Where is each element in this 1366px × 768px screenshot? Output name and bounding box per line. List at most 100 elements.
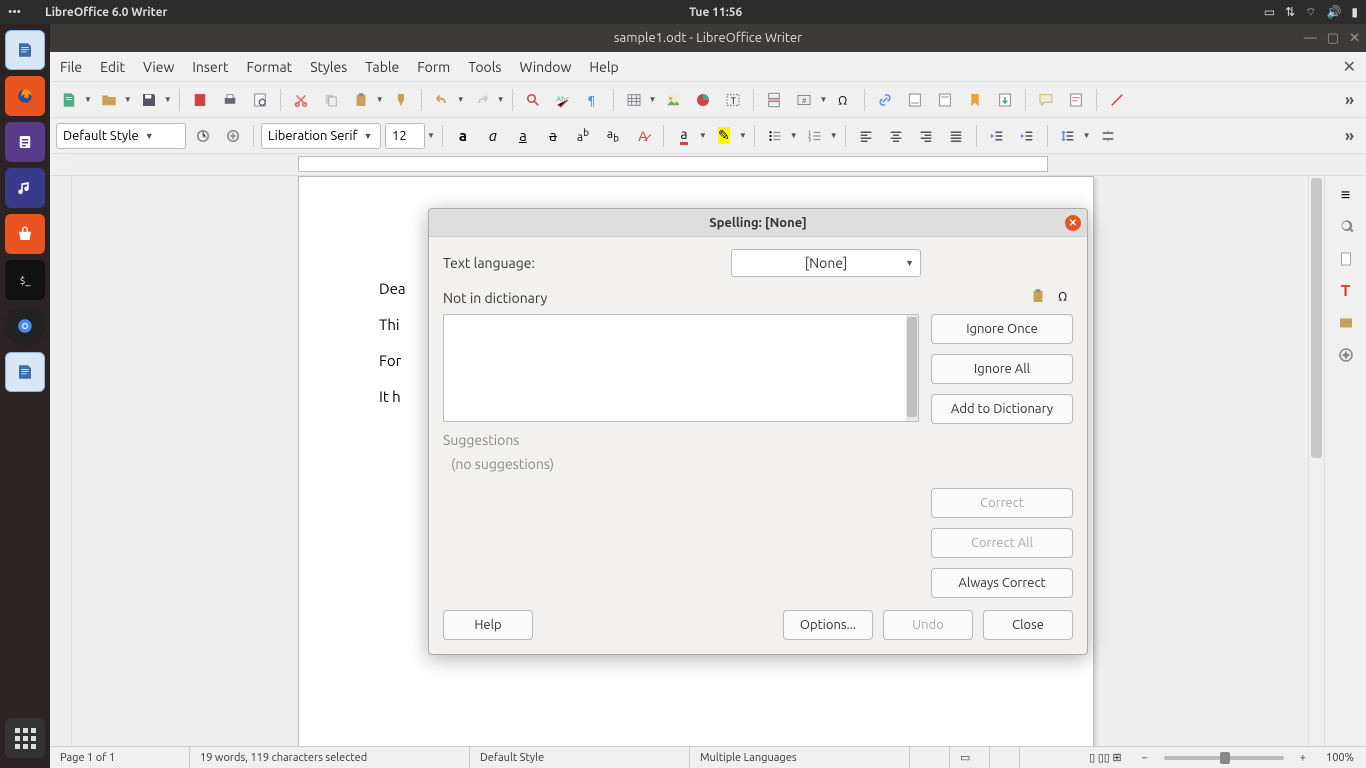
sidebar-settings-icon[interactable]: ≡ xyxy=(1333,182,1359,208)
status-wordcount[interactable]: 19 words, 119 characters selected xyxy=(190,747,470,768)
menu-help[interactable]: Help xyxy=(589,59,618,75)
zoom-in-button[interactable]: + xyxy=(1290,747,1316,768)
bullet-dropdown-icon[interactable]: ▼ xyxy=(790,131,798,140)
decrease-indent-button[interactable] xyxy=(984,123,1010,149)
textarea-scrollbar[interactable] xyxy=(906,315,918,421)
footnote-button[interactable] xyxy=(902,87,928,113)
cut-button[interactable] xyxy=(288,87,314,113)
vertical-scrollbar[interactable] xyxy=(1308,176,1324,746)
correct-all-button[interactable]: Correct All xyxy=(931,528,1073,558)
always-correct-button[interactable]: Always Correct xyxy=(931,568,1073,598)
open-button[interactable] xyxy=(96,87,122,113)
find-button[interactable] xyxy=(520,87,546,113)
track-changes-button[interactable] xyxy=(1063,87,1089,113)
launcher-firefox[interactable] xyxy=(5,76,45,116)
not-in-dictionary-textbox[interactable] xyxy=(443,314,919,422)
status-style[interactable]: Default Style xyxy=(470,747,690,768)
superscript-button[interactable]: ab xyxy=(570,123,596,149)
clear-formatting-button[interactable]: A̷ xyxy=(630,123,656,149)
number-dropdown-icon[interactable]: ▼ xyxy=(830,131,838,140)
menu-insert[interactable]: Insert xyxy=(192,59,228,75)
ignore-all-button[interactable]: Ignore All xyxy=(931,354,1073,384)
suggestions-listbox[interactable]: (no suggestions) xyxy=(443,450,919,568)
open-dropdown-icon[interactable]: ▼ xyxy=(124,95,132,104)
font-color-dropdown-icon[interactable]: ▼ xyxy=(699,131,707,140)
special-char-icon[interactable]: Ω xyxy=(1055,287,1073,308)
help-button[interactable]: Help xyxy=(443,610,533,640)
close-button[interactable]: Close xyxy=(983,610,1073,640)
menu-table[interactable]: Table xyxy=(365,59,399,75)
launcher-lowriter[interactable] xyxy=(5,352,45,392)
toolbar-overflow-icon[interactable]: » xyxy=(1339,91,1360,109)
underline-button[interactable]: a xyxy=(510,123,536,149)
launcher-apps[interactable] xyxy=(5,718,45,758)
paste-dropdown-icon[interactable]: ▼ xyxy=(376,95,384,104)
copy-button[interactable] xyxy=(318,87,344,113)
bold-button[interactable]: a xyxy=(450,123,476,149)
clock[interactable]: Tue 11:56 xyxy=(167,6,1263,19)
status-selection-mode[interactable]: ▭ xyxy=(950,747,990,768)
align-justify-button[interactable] xyxy=(943,123,969,149)
toolbar2-overflow-icon[interactable]: » xyxy=(1339,127,1360,145)
print-button[interactable] xyxy=(217,87,243,113)
horizontal-ruler[interactable] xyxy=(50,154,1366,176)
save-button[interactable] xyxy=(136,87,162,113)
line-button[interactable] xyxy=(1104,87,1130,113)
activities-icon[interactable]: ••• xyxy=(8,6,21,19)
page-break-button[interactable] xyxy=(761,87,787,113)
endnote-button[interactable] xyxy=(932,87,958,113)
status-page[interactable]: Page 1 of 1 xyxy=(50,747,190,768)
launcher-software[interactable] xyxy=(5,214,45,254)
print-preview-button[interactable] xyxy=(247,87,273,113)
menu-view[interactable]: View xyxy=(143,59,174,75)
redo-dropdown-icon[interactable]: ▼ xyxy=(497,95,505,104)
font-color-button[interactable]: a xyxy=(671,123,697,149)
spacing-dropdown-icon[interactable]: ▼ xyxy=(1083,131,1091,140)
insert-textbox-button[interactable]: T xyxy=(720,87,746,113)
sidebar-properties-icon[interactable] xyxy=(1333,214,1359,240)
bookmark-button[interactable] xyxy=(962,87,988,113)
sidebar-gallery-icon[interactable] xyxy=(1333,310,1359,336)
sidebar-styles-icon[interactable]: T xyxy=(1333,278,1359,304)
font-name-combo[interactable]: Liberation Serif▼ xyxy=(261,123,381,149)
status-view-buttons[interactable]: ▯ ▯▯ ⊞ xyxy=(1079,747,1131,768)
sidebar-page-icon[interactable] xyxy=(1333,246,1359,272)
zoom-value[interactable]: 100% xyxy=(1316,747,1366,768)
table-dropdown-icon[interactable]: ▼ xyxy=(649,95,657,104)
menu-edit[interactable]: Edit xyxy=(100,59,125,75)
cross-ref-button[interactable] xyxy=(992,87,1018,113)
launcher-music[interactable] xyxy=(5,168,45,208)
align-left-button[interactable] xyxy=(853,123,879,149)
insert-table-button[interactable] xyxy=(621,87,647,113)
para-spacing-button[interactable] xyxy=(1095,123,1121,149)
increase-indent-button[interactable] xyxy=(1014,123,1040,149)
menu-file[interactable]: File xyxy=(60,59,82,75)
add-to-dictionary-button[interactable]: Add to Dictionary xyxy=(931,394,1073,424)
paragraph-style-combo[interactable]: Default Style▼ xyxy=(56,123,186,149)
hyperlink-button[interactable] xyxy=(872,87,898,113)
status-signature[interactable] xyxy=(990,747,1020,768)
vertical-ruler[interactable] xyxy=(50,176,72,746)
update-style-button[interactable] xyxy=(190,123,216,149)
clone-formatting-button[interactable] xyxy=(388,87,414,113)
highlight-button[interactable]: ✎ xyxy=(711,123,737,149)
align-right-button[interactable] xyxy=(913,123,939,149)
menu-window[interactable]: Window xyxy=(519,59,571,75)
launcher-terminal[interactable]: $_ xyxy=(5,260,45,300)
menu-tools[interactable]: Tools xyxy=(468,59,501,75)
numbered-list-button[interactable]: 123 xyxy=(802,123,828,149)
menu-format[interactable]: Format xyxy=(247,59,293,75)
battery-icon[interactable]: ▮ xyxy=(1351,5,1358,19)
italic-button[interactable]: a xyxy=(480,123,506,149)
minimize-icon[interactable]: — xyxy=(1304,31,1317,46)
zoom-slider[interactable] xyxy=(1164,756,1284,760)
text-language-select[interactable]: [None] ▼ xyxy=(731,249,921,277)
zoom-out-button[interactable]: − xyxy=(1132,747,1158,768)
paste-icon[interactable] xyxy=(1029,287,1047,308)
new-style-button[interactable] xyxy=(220,123,246,149)
save-dropdown-icon[interactable]: ▼ xyxy=(164,95,172,104)
menu-styles[interactable]: Styles xyxy=(310,59,347,75)
correct-button[interactable]: Correct xyxy=(931,488,1073,518)
formatting-marks-button[interactable]: ¶ xyxy=(580,87,606,113)
export-pdf-button[interactable] xyxy=(187,87,213,113)
